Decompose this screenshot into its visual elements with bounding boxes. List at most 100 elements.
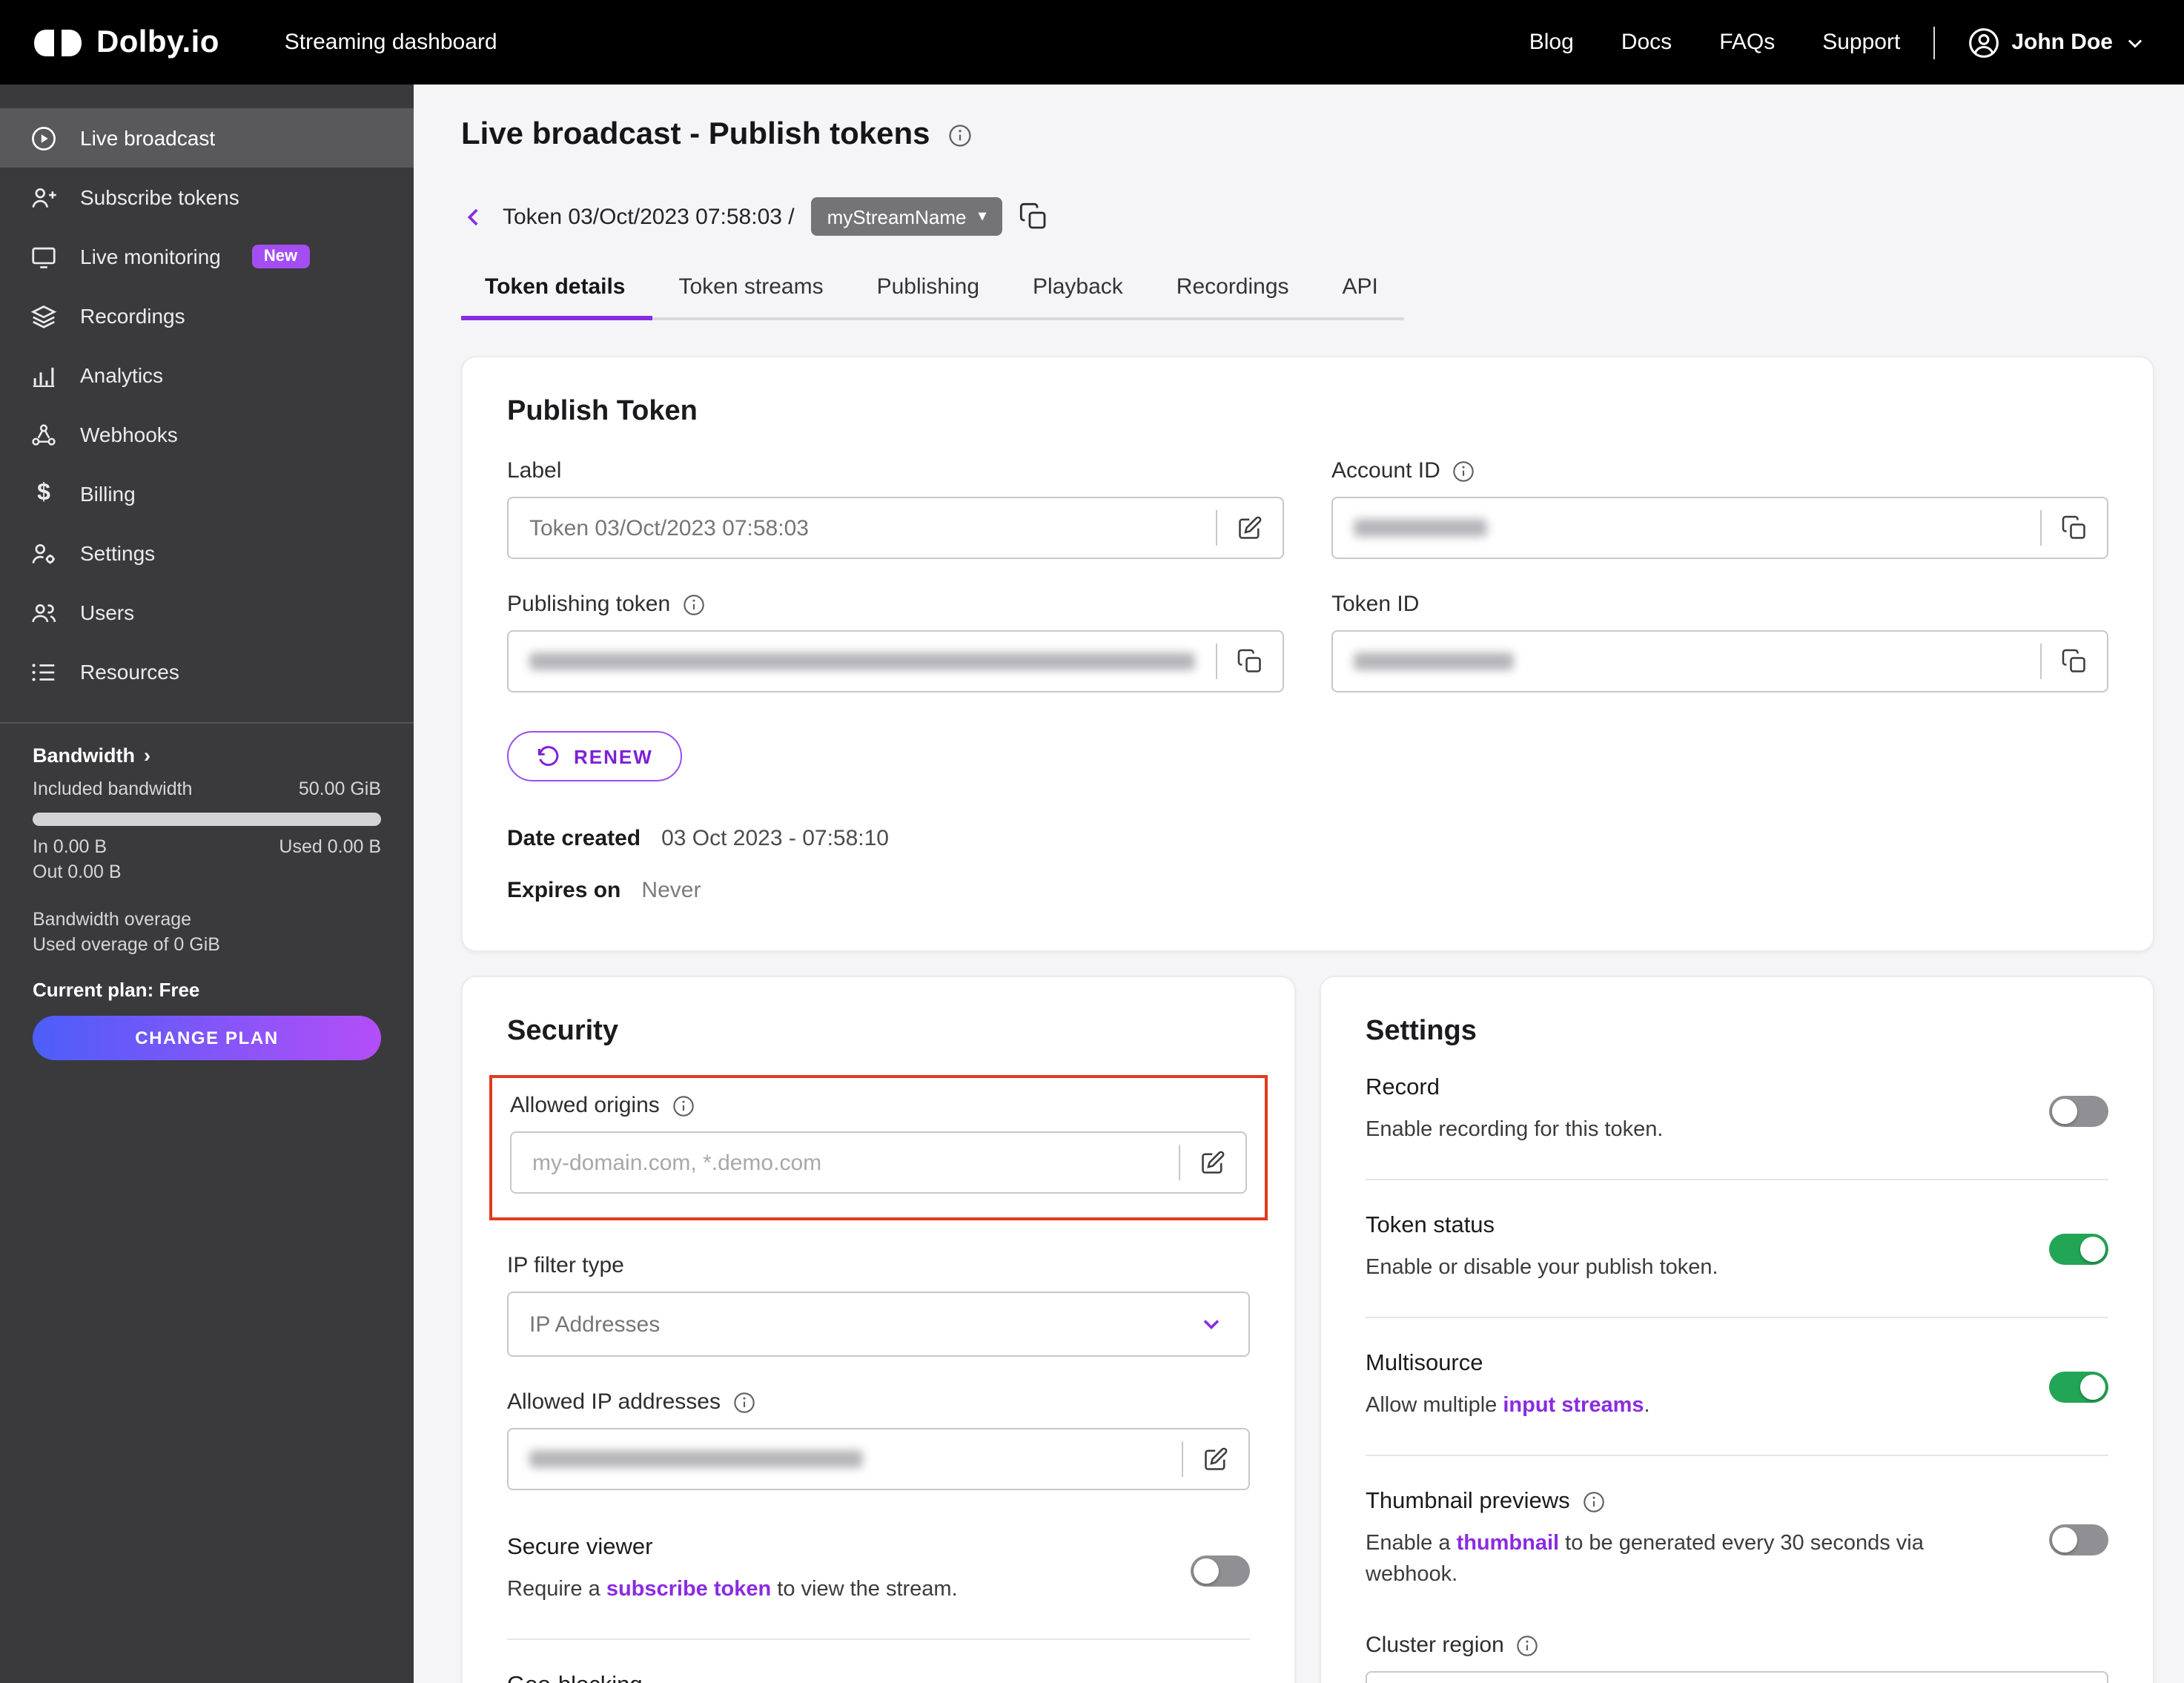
monitor-icon <box>32 246 56 268</box>
sidebar-item-analytics[interactable]: Analytics <box>0 345 414 405</box>
cluster-region-select[interactable]: Use account default <box>1366 1671 2108 1683</box>
thumbnail-previews-toggle[interactable] <box>2049 1524 2108 1556</box>
dolby-logo[interactable]: Dolby.io <box>33 24 219 60</box>
copy-icon[interactable] <box>1019 202 1049 231</box>
label-input[interactable] <box>509 515 1216 540</box>
publishing-token-field-group: Publishing token <box>507 592 1284 692</box>
copy-account-id-button[interactable] <box>2042 513 2107 543</box>
record-title: Record <box>1366 1075 1440 1100</box>
multisource-toggle[interactable] <box>2049 1371 2108 1403</box>
sidebar-item-label: Analytics <box>80 363 164 387</box>
multisource-desc: Allow multiple input streams. <box>1366 1394 1650 1418</box>
list-icon <box>32 663 55 681</box>
sidebar-item-users[interactable]: Users <box>0 583 414 642</box>
record-row: Record Enable recording for this token. <box>1366 1048 2108 1181</box>
tab-token-streams[interactable]: Token streams <box>652 274 850 317</box>
nav-docs[interactable]: Docs <box>1621 30 1672 55</box>
secure-viewer-toggle[interactable] <box>1191 1555 1250 1586</box>
current-plan-label: Current plan: Free <box>33 979 200 1001</box>
settings-card: Settings Record Enable recording for thi… <box>1320 976 2154 1683</box>
nav-blog[interactable]: Blog <box>1529 30 1574 55</box>
user-menu[interactable]: John Doe <box>1967 26 2145 59</box>
redacted-value <box>1354 652 1514 670</box>
dolby-logo-icon <box>34 29 82 56</box>
thumbnail-previews-title: Thumbnail previews <box>1366 1489 1570 1515</box>
tab-publishing[interactable]: Publishing <box>850 274 1006 317</box>
sidebar-item-settings[interactable]: Settings <box>0 523 414 583</box>
redacted-value <box>529 1450 863 1468</box>
stream-name-dropdown[interactable]: myStreamName ▾ <box>810 197 1003 236</box>
info-icon[interactable] <box>1452 459 1476 483</box>
sidebar-item-label: Live broadcast <box>80 126 216 150</box>
token-status-title: Token status <box>1366 1213 1495 1239</box>
tab-api[interactable]: API <box>1316 274 1405 317</box>
info-icon[interactable] <box>672 1094 695 1117</box>
tab-token-details[interactable]: Token details <box>461 274 652 320</box>
bandwidth-overage-value: Used overage of 0 GiB <box>33 934 220 955</box>
label-field-group: Label <box>507 458 1284 559</box>
account-id-field-group: Account ID <box>1331 458 2108 559</box>
bandwidth-link[interactable]: Bandwidth › <box>33 744 381 767</box>
nav-faqs[interactable]: FAQs <box>1719 30 1775 55</box>
nav-support[interactable]: Support <box>1822 30 1900 55</box>
ip-filter-type-select[interactable]: IP Addresses <box>507 1292 1250 1357</box>
bar-chart-icon <box>33 366 55 387</box>
cluster-region-label: Cluster region <box>1366 1633 1504 1659</box>
edit-allowed-origins-button[interactable] <box>1180 1148 1245 1177</box>
copy-publishing-token-button[interactable] <box>1217 647 1283 676</box>
edit-icon <box>1202 1151 1225 1174</box>
sidebar-item-recordings[interactable]: Recordings <box>0 286 414 345</box>
sidebar-item-resources[interactable]: Resources <box>0 642 414 701</box>
info-icon[interactable] <box>732 1390 756 1414</box>
sidebar-item-billing[interactable]: $ Billing <box>0 464 414 523</box>
record-toggle[interactable] <box>2049 1095 2108 1126</box>
sidebar-item-subscribe-tokens[interactable]: Subscribe tokens <box>0 168 414 227</box>
sidebar-item-label: Billing <box>80 482 136 506</box>
change-plan-button[interactable]: CHANGE PLAN <box>33 1016 381 1060</box>
info-icon[interactable] <box>1516 1633 1540 1657</box>
included-bandwidth-value: 50.00 GiB <box>298 778 381 799</box>
secure-viewer-row: Secure viewer Require a subscribe token … <box>507 1502 1250 1641</box>
security-heading: Security <box>507 1016 618 1047</box>
subscriber-icon <box>32 187 56 207</box>
top-bar: Dolby.io Streaming dashboard Blog Docs F… <box>0 0 2184 85</box>
chevron-down-icon <box>2128 39 2142 47</box>
info-icon[interactable] <box>682 592 706 616</box>
sidebar-item-live-broadcast[interactable]: Live broadcast <box>0 108 414 168</box>
thumbnail-link[interactable]: thumbnail <box>1457 1532 1560 1555</box>
tab-playback[interactable]: Playback <box>1006 274 1150 317</box>
sidebar-item-label: Resources <box>80 660 179 684</box>
page-title: Live broadcast - Publish tokens <box>461 117 930 151</box>
subscribe-token-link[interactable]: subscribe token <box>606 1578 771 1601</box>
copy-token-id-button[interactable] <box>2042 647 2107 676</box>
sidebar-item-webhooks[interactable]: Webhooks <box>0 405 414 464</box>
info-icon[interactable] <box>948 122 973 148</box>
account-id-label: Account ID <box>1331 458 1440 483</box>
token-id-field-group: Token ID <box>1331 592 2108 692</box>
main-content: Live broadcast - Publish tokens Token 03… <box>414 85 2184 1683</box>
copy-icon <box>2062 649 2085 672</box>
edit-icon <box>1205 1447 1228 1470</box>
allowed-ip-addresses-label: Allowed IP addresses <box>507 1389 721 1415</box>
bandwidth-progress-bar <box>33 813 381 826</box>
edit-icon <box>1239 516 1262 539</box>
sidebar-item-label: Recordings <box>80 304 185 328</box>
date-created-value: 03 Oct 2023 - 07:58:10 <box>661 826 889 851</box>
allowed-origins-input[interactable] <box>512 1150 1179 1175</box>
new-badge: New <box>251 245 310 268</box>
top-nav: Blog Docs FAQs Support <box>1529 30 1901 55</box>
token-id-label: Token ID <box>1331 592 1420 617</box>
input-streams-link[interactable]: input streams <box>1503 1394 1644 1418</box>
sidebar: Live broadcast Subscribe tokens Live mon… <box>0 85 414 1683</box>
secure-viewer-desc: Require a subscribe token to view the st… <box>507 1578 958 1601</box>
sidebar-item-live-monitoring[interactable]: Live monitoring New <box>0 227 414 286</box>
edit-label-button[interactable] <box>1217 513 1283 543</box>
token-status-toggle[interactable] <box>2049 1233 2108 1265</box>
back-chevron-icon[interactable] <box>461 204 486 229</box>
info-icon[interactable] <box>1582 1490 1606 1514</box>
tab-recordings[interactable]: Recordings <box>1150 274 1316 317</box>
expires-on-label: Expires on <box>507 878 621 903</box>
renew-button[interactable]: RENEW <box>507 731 683 781</box>
copy-icon <box>2062 515 2085 539</box>
edit-allowed-ips-button[interactable] <box>1183 1444 1248 1474</box>
